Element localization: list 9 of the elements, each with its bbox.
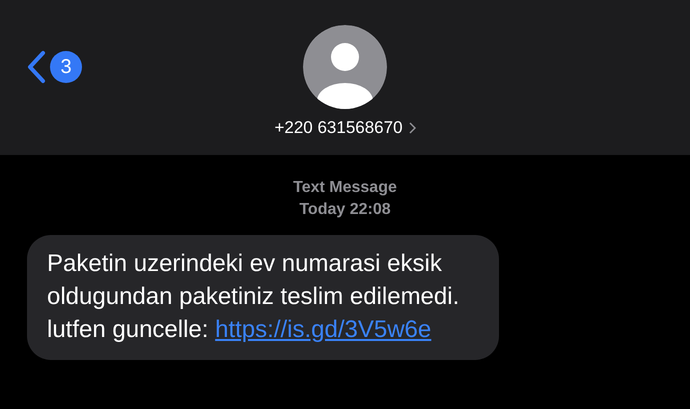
avatar-icon[interactable] (303, 25, 387, 109)
message-bubble: Paketin uzerindeki ev numarasi eksik oldugundan paketiniz teslim edilemedi. lutfen guncelle: https://is.gd/3V5w6e (27, 235, 499, 360)
back-icon[interactable] (26, 50, 46, 84)
timestamp: Today 22:08 (299, 200, 391, 220)
chevron-icon[interactable] (408, 122, 416, 134)
unread-badge[interactable]: 3 (50, 51, 82, 83)
service-label: Text Message (293, 178, 397, 198)
message-link[interactable]: https://is.gd/3V5w6e (215, 316, 432, 343)
contact-number[interactable]: +220 631568670 (274, 118, 403, 138)
